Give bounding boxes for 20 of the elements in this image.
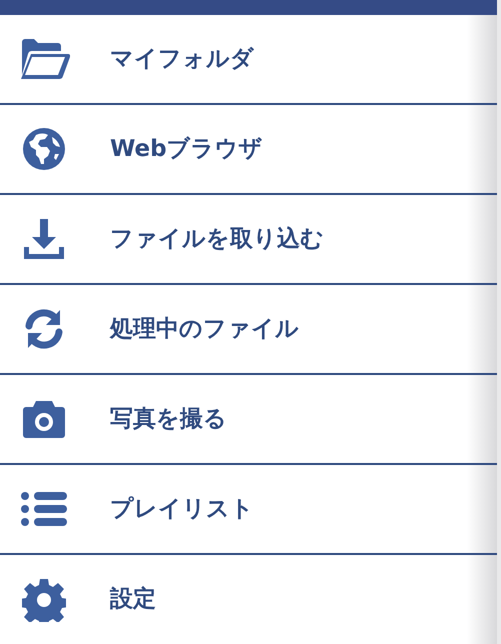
menu-label: 処理中のファイル [110,314,299,344]
menu-item[interactable]: プレイリスト [0,465,497,555]
camera-icon [23,400,65,438]
menu-item[interactable]: 処理中のファイル [0,285,497,375]
menu-label: マイフォルダ [110,44,254,74]
gear-icon [22,578,66,622]
folder-icon [18,39,70,79]
menu-item[interactable]: 写真を撮る [0,375,497,465]
list-icon [21,492,67,526]
menu-item[interactable]: ファイルを取り込む [0,195,497,285]
menu-item[interactable]: Webブラウザ [0,105,497,195]
menu-label: 設定 [110,585,156,614]
menu-label: ファイルを取り込む [110,224,324,254]
menu-label: Webブラウザ [110,134,263,164]
download-icon [22,217,66,261]
menu-item[interactable]: マイフォルダ [0,15,497,105]
menu-item[interactable]: 設定 [0,555,497,644]
globe-icon [22,127,66,171]
menu-label: プレイリスト [110,494,254,524]
menu-label: 写真を撮る [110,404,227,434]
